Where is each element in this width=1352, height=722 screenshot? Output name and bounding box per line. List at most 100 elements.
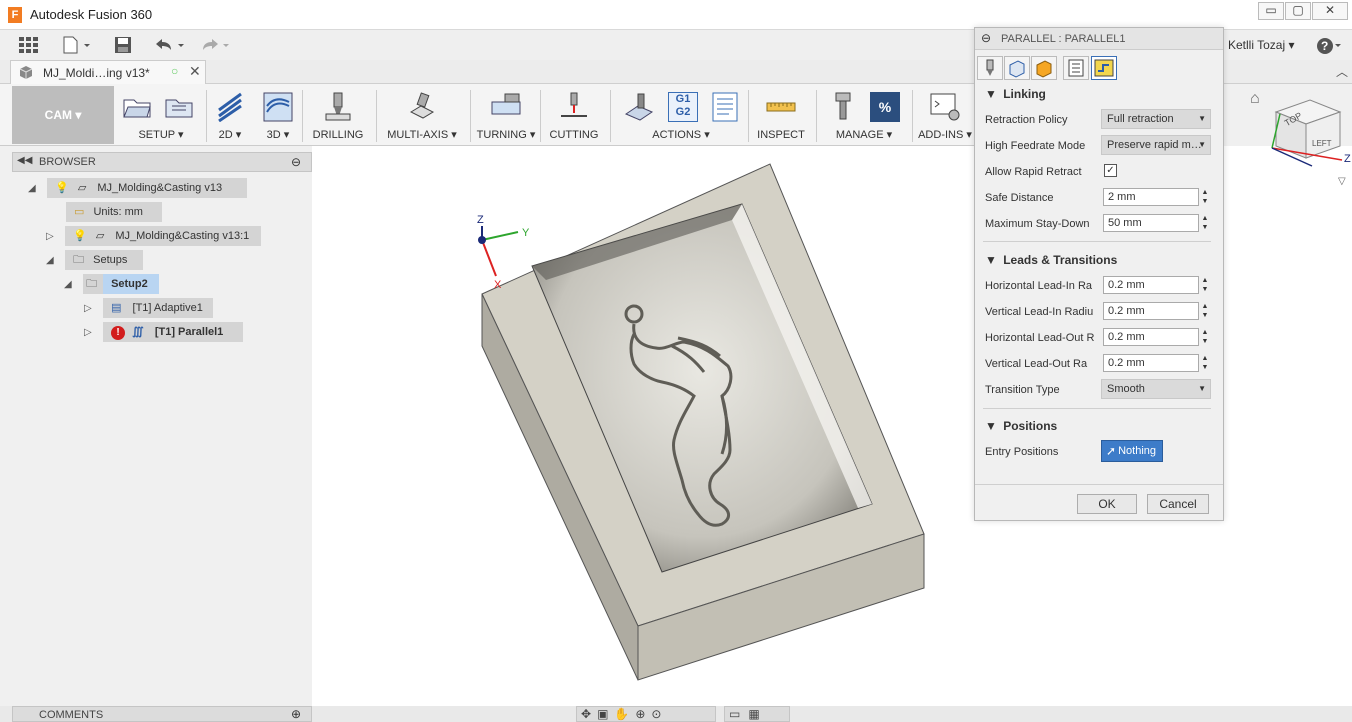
display-settings-icon[interactable]: ▭ (729, 707, 748, 721)
v-lead-out-spinner[interactable]: ▲ ▼ (1200, 354, 1210, 372)
dialog-title-bar[interactable]: ⊖ PARALLEL : PARALLEL1 (975, 28, 1223, 50)
close-window-button[interactable]: ✕ (1312, 2, 1348, 20)
max-stay-down-spinner[interactable]: ▲ ▼ (1200, 214, 1210, 232)
h-lead-out-spinner[interactable]: ▲ ▼ (1200, 328, 1210, 346)
allow-rapid-retract-checkbox[interactable]: ✓ (1104, 164, 1117, 177)
minimize-button[interactable]: ▭ (1258, 2, 1284, 20)
browser-header[interactable]: ◀◀ BROWSER ⊖ (12, 152, 312, 172)
look-at-icon[interactable]: ▣ (597, 707, 614, 721)
expand-icon[interactable]: ◢ (46, 251, 56, 266)
workspace-switcher[interactable]: CAM ▾ (12, 86, 114, 144)
error-icon: ! (111, 326, 126, 340)
ok-button[interactable]: OK (1077, 494, 1137, 514)
tree-node[interactable]: ! ∭ [T1] Parallel1 (103, 322, 244, 342)
tree-row-units[interactable]: ▭ Units: mm (66, 202, 162, 222)
v-lead-in-input[interactable]: 0.2 mm (1103, 302, 1199, 320)
manage-group[interactable]: % MANAGE ▾ (822, 86, 906, 144)
h-lead-out-input[interactable]: 0.2 mm (1103, 328, 1199, 346)
tree-row-setups[interactable]: ◢ 🗀 Setups (46, 250, 144, 270)
expand-icon[interactable]: ▷ (84, 299, 94, 314)
save-icon[interactable] (114, 36, 132, 54)
orbit-icon[interactable]: ✥ (581, 707, 597, 721)
h-lead-in-spinner[interactable]: ▲ ▼ (1200, 276, 1210, 294)
expand-icon[interactable]: ◢ (64, 275, 74, 290)
comments-header[interactable]: COMMENTS ⊕ (12, 706, 312, 722)
cutting-group[interactable]: CUTTING (546, 86, 602, 144)
tree-node[interactable]: 🗀 Setups (65, 250, 144, 270)
v-lead-out-input[interactable]: 0.2 mm (1103, 354, 1199, 372)
minimize-browser-icon[interactable]: ⊖ (291, 155, 301, 169)
tab-geometry[interactable] (1004, 56, 1030, 80)
viewcube-menu-icon[interactable]: ▽ (1338, 176, 1346, 187)
actions-group[interactable]: G1 G2 ACTIONS ▾ (618, 86, 744, 144)
navigation-toolbar[interactable]: ✥▣✋⊕⊙ (576, 706, 716, 722)
retraction-policy-select[interactable]: Full retraction ▼ (1101, 109, 1211, 129)
cancel-button[interactable]: Cancel (1147, 494, 1209, 514)
dialog-title: PARALLEL : PARALLEL1 (1001, 33, 1126, 45)
positions-section-header[interactable]: ▼ Positions (985, 419, 1057, 433)
divider (983, 408, 1211, 409)
tab-tool[interactable] (977, 56, 1003, 80)
grid-icon[interactable]: ▦ (748, 707, 767, 721)
file-menu-icon[interactable] (62, 36, 92, 54)
multi-axis-group[interactable]: MULTI-AXIS ▾ (382, 86, 462, 144)
viewcube[interactable]: ⌂ TOP LEFT Z ▽ (1248, 90, 1352, 210)
undo-icon[interactable] (152, 36, 188, 54)
leads-section-header[interactable]: ▼ Leads & Transitions (985, 253, 1117, 267)
tree-row-setup2[interactable]: ◢ 🗀 Setup2 (64, 274, 160, 294)
pan-icon[interactable]: ✋ (614, 707, 635, 721)
collapse-dialog-icon[interactable]: ⊖ (981, 31, 991, 45)
expand-icon[interactable]: ◢ (28, 179, 38, 194)
2d-group[interactable]: 2D ▾ (210, 86, 250, 144)
max-stay-down-input[interactable]: 50 mm (1103, 214, 1199, 232)
document-tab[interactable]: MJ_Moldi…ing v13* ○ ✕ (10, 60, 206, 84)
tree-row-adaptive1[interactable]: ▷ ▤ [T1] Adaptive1 (84, 298, 214, 318)
3d-group[interactable]: 3D ▾ (258, 86, 298, 144)
expand-icon[interactable]: ▷ (46, 227, 56, 242)
collapse-browser-icon[interactable]: ◀◀ (17, 155, 32, 166)
v-lead-out-label: Vertical Lead-Out Ra (985, 358, 1088, 370)
fit-icon[interactable]: ⊙ (651, 707, 667, 721)
tree-node[interactable]: 💡 ▱ MJ_Molding&Casting v13 (47, 178, 248, 198)
tree-node[interactable]: ▤ [T1] Adaptive1 (103, 298, 214, 318)
turning-group[interactable]: TURNING ▾ (476, 86, 536, 144)
parallel-toolpath-icon: ∭ (132, 326, 144, 338)
app-grid-icon[interactable] (18, 36, 38, 54)
redo-icon[interactable] (198, 36, 234, 54)
high-feedrate-select[interactable]: Preserve rapid m… ▼ (1101, 135, 1211, 155)
home-icon[interactable]: ⌂ (1250, 90, 1260, 108)
entry-positions-selector[interactable]: ➚ Nothing (1101, 440, 1163, 462)
transition-type-select[interactable]: Smooth ▼ (1101, 379, 1211, 399)
tree-node[interactable]: ▭ Units: mm (66, 202, 162, 222)
zoom-icon[interactable]: ⊕ (635, 707, 651, 721)
inspect-group[interactable]: INSPECT (752, 86, 810, 144)
maximize-button[interactable]: ▢ (1285, 2, 1311, 20)
safe-distance-spinner[interactable]: ▲ ▼ (1200, 188, 1210, 206)
tree-node[interactable]: 💡 ▱ MJ_Molding&Casting v13:1 (65, 226, 262, 246)
add-comment-icon[interactable]: ⊕ (291, 707, 301, 721)
h-lead-in-input[interactable]: 0.2 mm (1103, 276, 1199, 294)
expand-icon[interactable]: ▷ (84, 323, 94, 338)
add-ins-group[interactable]: ADD-INS ▾ (916, 86, 974, 144)
tab-heights[interactable] (1031, 56, 1057, 80)
tree-label[interactable]: Setup2 (103, 274, 160, 294)
tree-row-parallel1[interactable]: ▷ ! ∭ [T1] Parallel1 (84, 322, 244, 342)
setup-sheet-icon (164, 92, 194, 122)
mold-block[interactable] (481, 163, 925, 681)
lightbulb-icon[interactable]: 💡 (73, 230, 87, 242)
tree-row-document[interactable]: ◢ 💡 ▱ MJ_Molding&Casting v13 (28, 178, 248, 198)
user-menu[interactable]: Ketlli Tozaj ▾ (1228, 38, 1295, 52)
close-tab-icon[interactable]: ✕ (189, 63, 201, 80)
safe-distance-input[interactable]: 2 mm (1103, 188, 1199, 206)
linking-section-header[interactable]: ▼ Linking (985, 87, 1046, 101)
tab-passes[interactable] (1063, 56, 1089, 80)
setup-group[interactable]: SETUP ▾ (118, 86, 204, 144)
tree-row-component[interactable]: ▷ 💡 ▱ MJ_Molding&Casting v13:1 (46, 226, 262, 246)
v-lead-in-spinner[interactable]: ▲ ▼ (1200, 302, 1210, 320)
help-button[interactable]: ? (1316, 36, 1344, 56)
collapse-panel-icon[interactable]: ︿ (1336, 63, 1348, 80)
tab-linking[interactable] (1091, 56, 1117, 80)
drilling-group[interactable]: DRILLING (308, 86, 368, 144)
display-toolbar[interactable]: ▭▦ (724, 706, 790, 722)
lightbulb-icon[interactable]: 💡 (55, 182, 69, 194)
